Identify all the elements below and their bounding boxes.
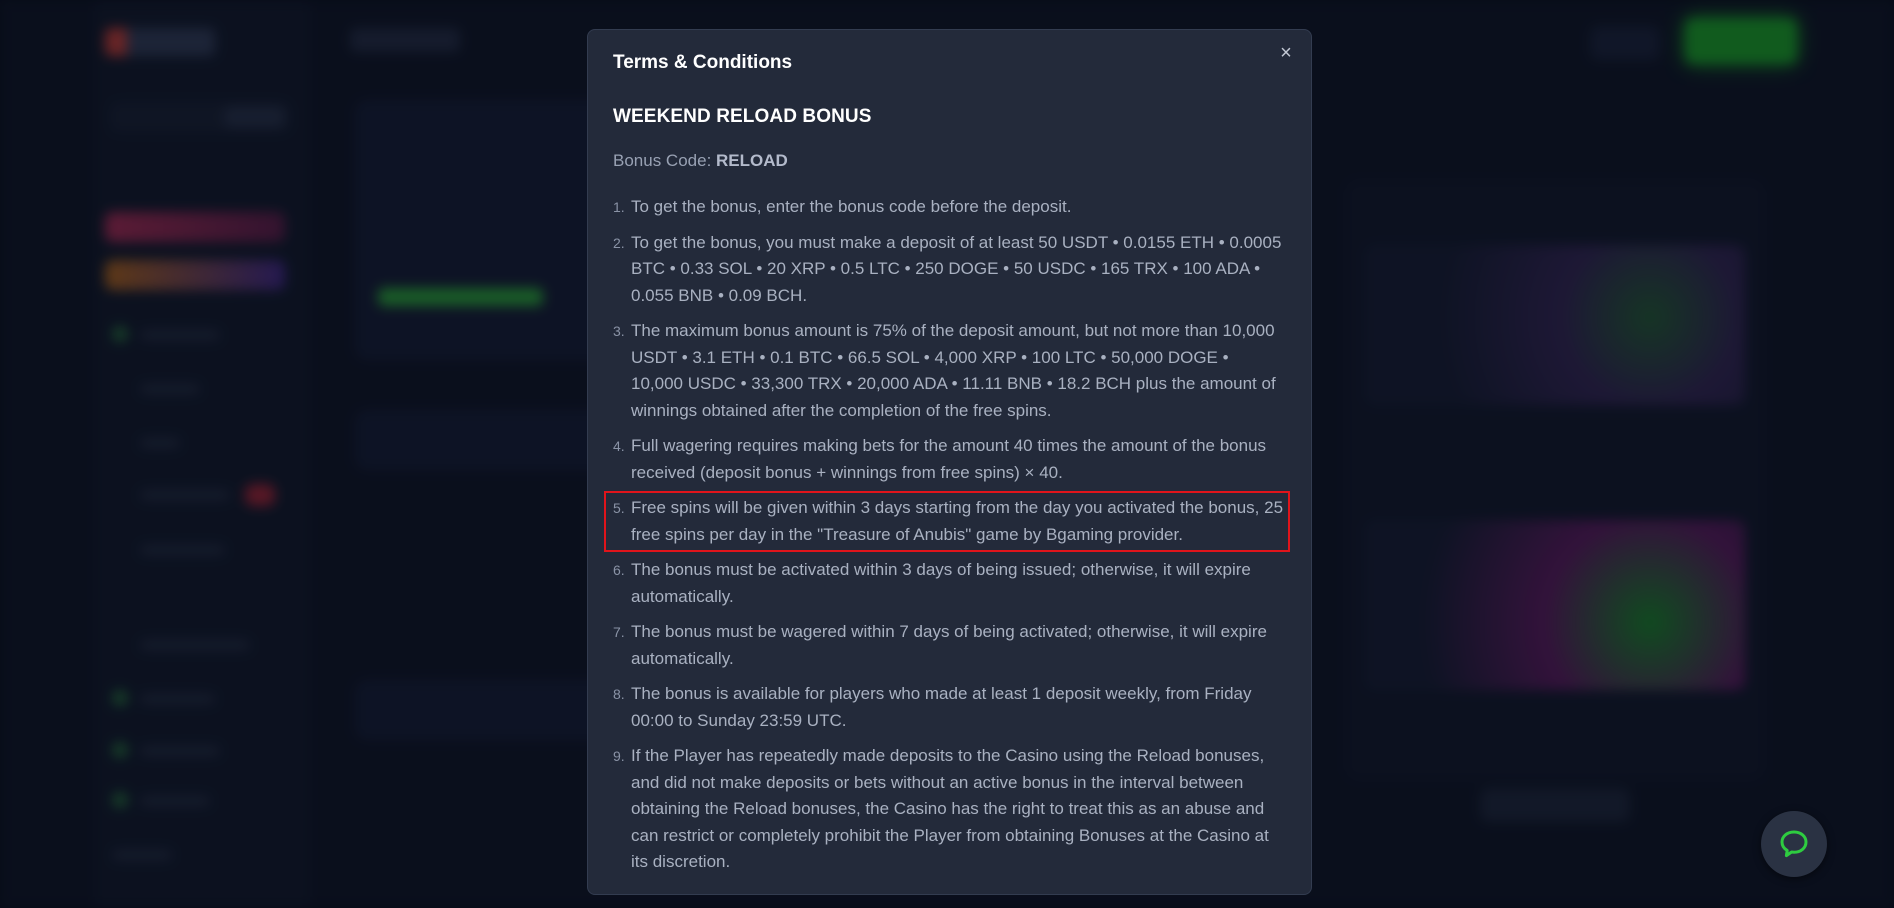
term-item-highlighted: 5. Free spins will be given within 3 day…: [604, 491, 1290, 552]
term-number: 8.: [613, 686, 625, 702]
modal-title: Terms & Conditions: [613, 52, 793, 73]
term-text: If the Player has repeatedly made deposi…: [631, 746, 1269, 871]
term-number: 5.: [613, 500, 625, 516]
term-text: To get the bonus, you must make a deposi…: [631, 232, 1282, 305]
term-number: 6.: [613, 562, 625, 578]
term-item: 7. The bonus must be wagered within 7 da…: [613, 619, 1283, 672]
term-item: 6. The bonus must be activated within 3 …: [613, 557, 1283, 610]
term-number: 9.: [613, 748, 625, 764]
term-item: 9. If the Player has repeatedly made dep…: [613, 743, 1283, 876]
term-text: The maximum bonus amount is 75% of the d…: [631, 321, 1276, 420]
term-item: 2. To get the bonus, you must make a dep…: [613, 230, 1283, 310]
term-item: 3. The maximum bonus amount is 75% of th…: [613, 318, 1283, 424]
term-number: 4.: [613, 438, 625, 454]
term-item: 1. To get the bonus, enter the bonus cod…: [613, 194, 1283, 221]
close-icon[interactable]: ×: [1275, 42, 1297, 64]
term-number: 3.: [613, 323, 625, 339]
term-number: 1.: [613, 199, 625, 215]
bonus-code-label: Bonus Code:: [613, 151, 717, 170]
term-number: 7.: [613, 624, 625, 640]
term-text: The bonus is available for players who m…: [631, 684, 1252, 730]
bonus-title: WEEKEND RELOAD BONUS: [613, 106, 872, 127]
term-item: 8. The bonus is available for players wh…: [613, 681, 1283, 734]
term-item: 4. Full wagering requires making bets fo…: [613, 433, 1283, 486]
term-text: To get the bonus, enter the bonus code b…: [631, 197, 1072, 216]
term-number: 2.: [613, 234, 625, 251]
chat-button[interactable]: [1761, 811, 1827, 877]
term-text: The bonus must be activated within 3 day…: [631, 560, 1251, 606]
terms-list: 1. To get the bonus, enter the bonus cod…: [604, 194, 1290, 885]
term-text: The bonus must be wagered within 7 days …: [631, 622, 1267, 668]
term-text: Full wagering requires making bets for t…: [631, 436, 1267, 482]
terms-modal: Terms & Conditions × WEEKEND RELOAD BONU…: [587, 29, 1312, 895]
bonus-code-line: Bonus Code: RELOAD: [613, 151, 788, 171]
bonus-code-value: RELOAD: [716, 151, 788, 170]
chat-bubble-icon: [1780, 830, 1808, 858]
term-text: Free spins will be given within 3 days s…: [631, 498, 1284, 544]
